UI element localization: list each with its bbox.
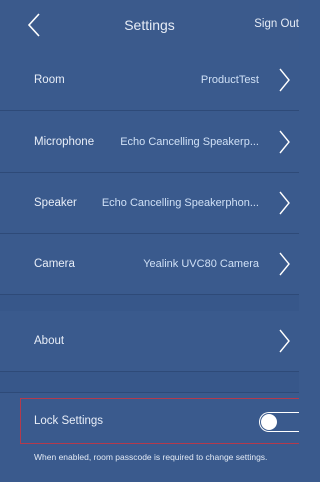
room-value: ProductTest (200, 74, 259, 86)
settings-row-microphone[interactable]: Microphone Echo Cancelling Speakerp... (0, 112, 299, 173)
section-spacer (0, 295, 299, 312)
lock-settings-hint: When enabled, room passcode is required … (34, 452, 268, 462)
chevron-right-icon (279, 329, 290, 353)
about-label: About (34, 335, 65, 347)
section-spacer (0, 372, 299, 393)
microphone-label: Microphone (34, 136, 95, 148)
lock-settings-row: Lock Settings (20, 398, 299, 444)
speaker-value: Echo Cancelling Speakerphon... (101, 197, 259, 209)
settings-row-speaker[interactable]: Speaker Echo Cancelling Speakerphon... (0, 173, 299, 234)
speaker-label: Speaker (34, 197, 77, 209)
chevron-right-icon (279, 68, 290, 92)
sign-out-button[interactable]: Sign Out (254, 18, 299, 30)
settings-row-camera[interactable]: Camera Yealink UVC80 Camera (0, 234, 299, 295)
lock-settings-toggle[interactable] (259, 412, 299, 432)
chevron-right-icon (279, 130, 290, 154)
chevron-right-icon (279, 252, 290, 276)
settings-row-about[interactable]: About (0, 311, 299, 372)
toggle-knob (261, 414, 277, 430)
lock-settings-label: Lock Settings (34, 415, 104, 427)
settings-row-room[interactable]: Room ProductTest (0, 50, 299, 111)
header-bar: Settings Sign Out (0, 0, 299, 50)
microphone-value: Echo Cancelling Speakerp... (120, 136, 259, 148)
room-label: Room (34, 74, 65, 86)
chevron-right-icon (279, 191, 290, 215)
camera-label: Camera (34, 258, 75, 270)
camera-value: Yealink UVC80 Camera (143, 258, 259, 270)
